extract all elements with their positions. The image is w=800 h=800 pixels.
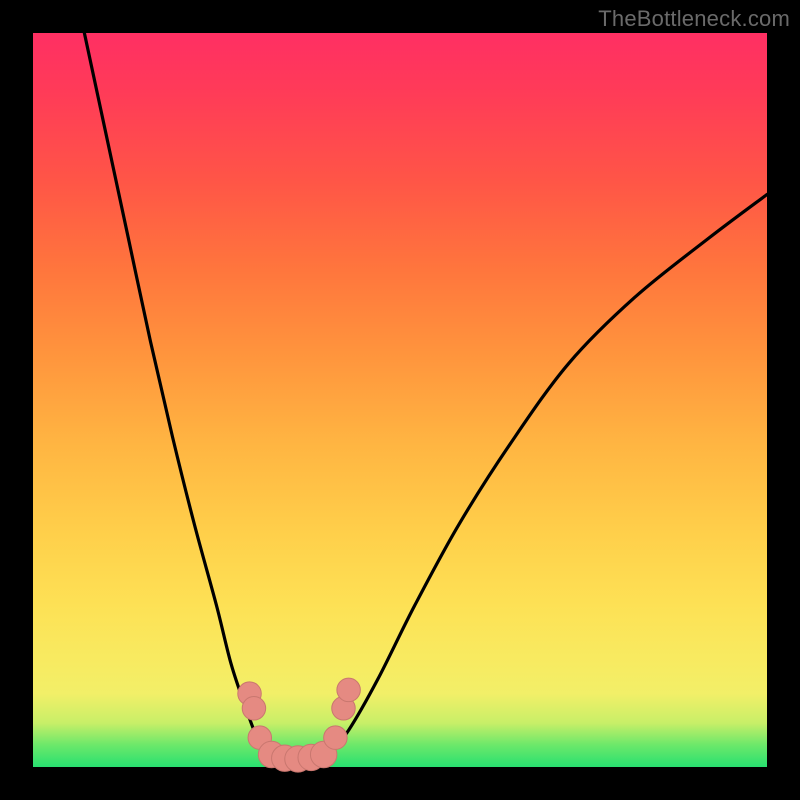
curve-path [84, 33, 767, 760]
data-marker [324, 726, 347, 749]
data-marker [242, 697, 265, 720]
bottleneck-curve [33, 33, 767, 767]
chart-frame: TheBottleneck.com [0, 0, 800, 800]
watermark-text: TheBottleneck.com [598, 6, 790, 32]
data-marker [337, 678, 360, 701]
plot-area [33, 33, 767, 767]
